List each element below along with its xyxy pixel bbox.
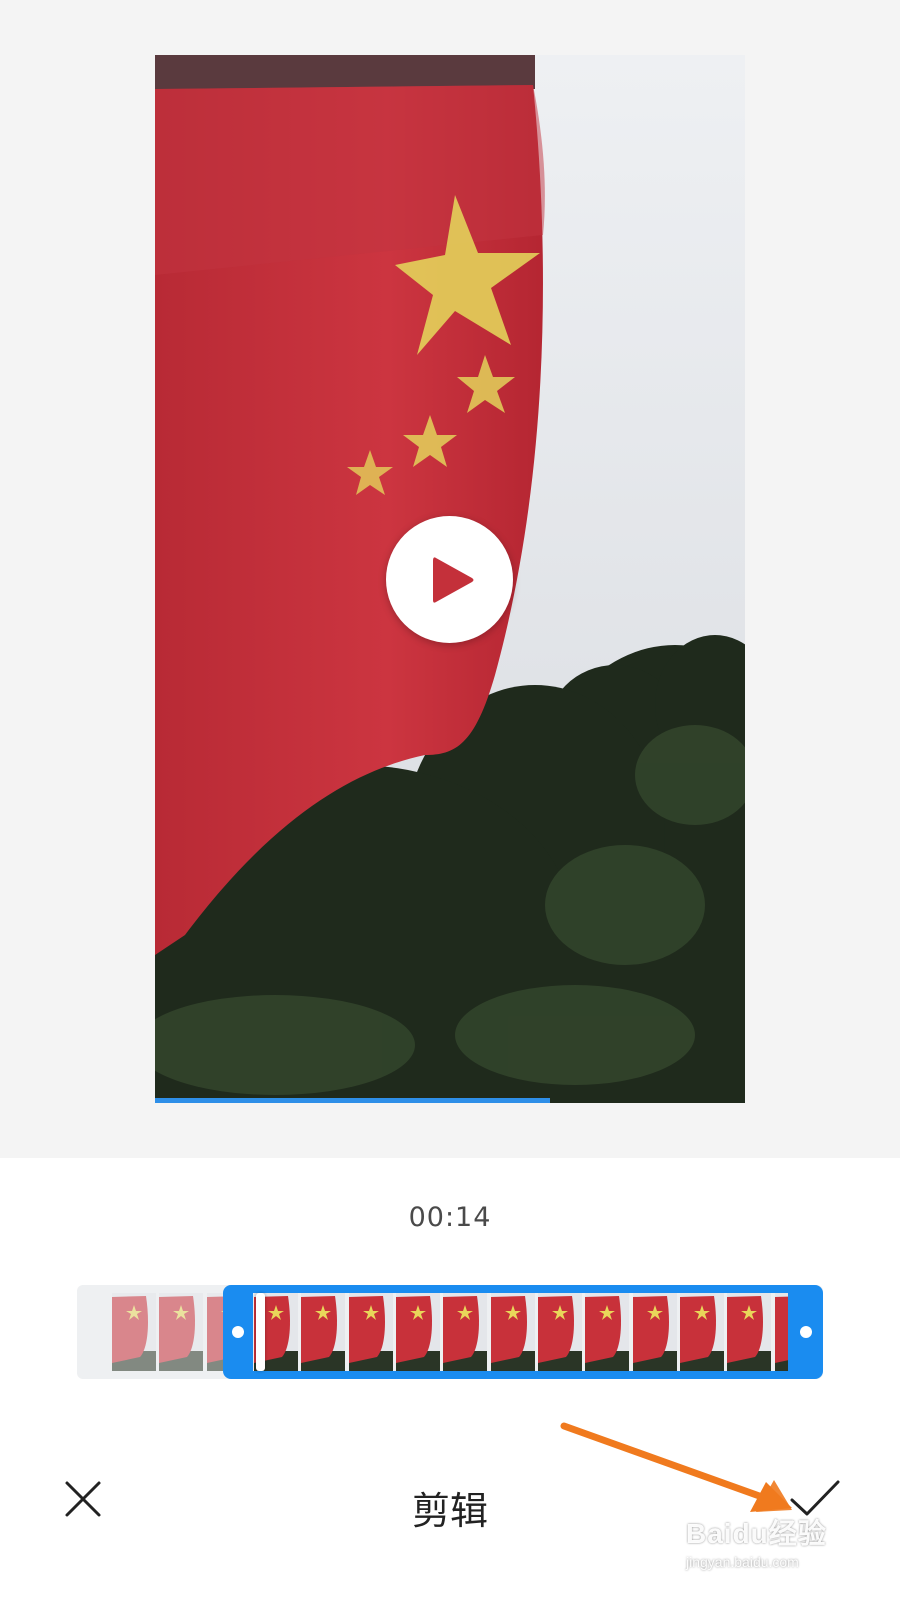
- toolbar-title: 剪辑: [411, 1489, 488, 1533]
- trim-start-handle[interactable]: [223, 1285, 253, 1379]
- trim-selection[interactable]: [223, 1285, 823, 1379]
- video-progress-fill: [155, 1098, 551, 1103]
- trim-end-handle[interactable]: [788, 1285, 823, 1379]
- editor-panel: 00:14 剪辑: [0, 1158, 900, 1600]
- video-preview-area: [0, 0, 900, 1158]
- trim-start-handle-dot: [232, 1326, 244, 1338]
- video-trim-screen: 00:14 剪辑 Baidu经验 jingyan.baidu.com: [0, 0, 900, 1600]
- timeline-thumbnail: [159, 1293, 204, 1371]
- checkmark-icon: [790, 1480, 840, 1516]
- play-button[interactable]: [386, 516, 513, 643]
- trim-end-handle-dot: [800, 1326, 812, 1338]
- current-time: 00:14: [408, 1202, 492, 1233]
- play-icon: [433, 557, 474, 603]
- timeline-thumbnail: [112, 1293, 156, 1371]
- confirm-button[interactable]: [780, 1464, 850, 1534]
- video-progress-bar[interactable]: [155, 1098, 745, 1103]
- playhead[interactable]: [256, 1293, 265, 1371]
